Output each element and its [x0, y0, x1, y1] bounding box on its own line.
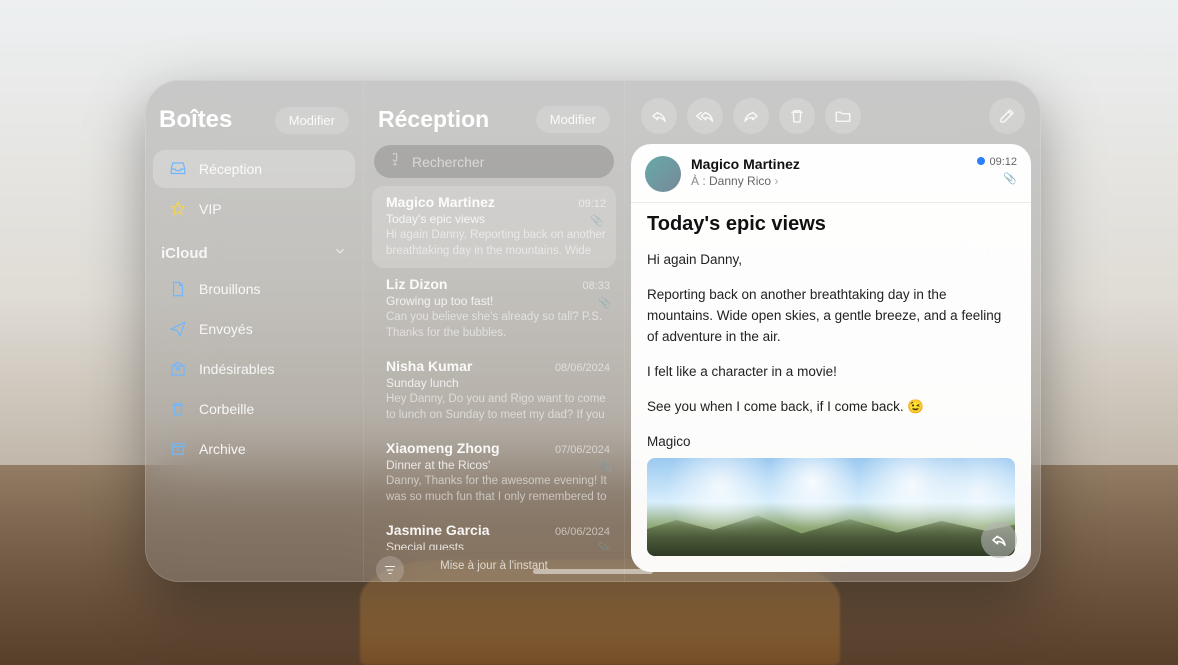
message-toolbar — [625, 80, 1041, 144]
message-from: Xiaomeng Zhong — [386, 440, 500, 456]
archive-icon — [169, 440, 187, 458]
delete-button[interactable] — [779, 98, 815, 134]
sidebar-item-label: Corbeille — [199, 401, 254, 417]
message-preview: Hey Danny, Do you and Rigo want to come … — [386, 392, 610, 422]
sidebar-title: Boîtes — [159, 106, 232, 134]
sidebar-item-archive[interactable]: Archive — [153, 430, 355, 468]
message-time: 08:33 — [582, 280, 610, 292]
sender-avatar — [645, 156, 681, 192]
reader-to-line[interactable]: À : Danny Rico › — [691, 174, 967, 188]
unread-dot-icon — [977, 157, 985, 165]
body-paragraph: See you when I come back, if I come back… — [647, 397, 1015, 418]
attachment-icon: 📎 — [598, 296, 612, 309]
message-item[interactable]: Liz Dizon 08:33 Growing up too fast! Can… — [364, 268, 624, 350]
sidebar-item-label: Indésirables — [199, 361, 275, 377]
search-field[interactable] — [374, 145, 614, 178]
message-list-column: Réception Modifier Magico Martinez 09:12… — [363, 80, 625, 582]
forward-button[interactable] — [733, 98, 769, 134]
attachment-icon: 📎 — [598, 460, 612, 473]
sidebar-section-icloud[interactable]: iCloud — [145, 230, 363, 268]
reader-header: Magico Martinez À : Danny Rico › 09:12 📎 — [631, 144, 1031, 203]
sidebar-item-sent[interactable]: Envoyés — [153, 310, 355, 348]
list-title: Réception — [378, 106, 489, 133]
message-from: Nisha Kumar — [386, 358, 472, 374]
sidebar-item-label: Brouillons — [199, 281, 260, 297]
to-name: Danny Rico — [709, 174, 771, 188]
sidebar-item-label: Archive — [199, 441, 246, 457]
compose-button[interactable] — [989, 98, 1025, 134]
message-preview: Danny, Thanks for the awesome evening! I… — [386, 474, 610, 504]
message-time: 09:12 — [578, 198, 606, 210]
search-input[interactable] — [412, 154, 600, 170]
sidebar-item-junk[interactable]: Indésirables — [153, 350, 355, 388]
message-item[interactable]: Jasmine Garcia 06/06/2024 Special guests… — [364, 514, 624, 550]
star-icon — [169, 200, 187, 218]
message-time: 08/06/2024 — [555, 362, 610, 374]
message-preview: Can you believe she's already so tall? P… — [386, 310, 610, 340]
attachment-icon: 📎 — [590, 214, 604, 227]
sidebar-item-trash[interactable]: Corbeille — [153, 390, 355, 428]
move-button[interactable] — [825, 98, 861, 134]
body-paragraph: Magico — [647, 432, 1015, 453]
message-from: Jasmine Garcia — [386, 522, 490, 538]
body-paragraph: Reporting back on another breathtaking d… — [647, 285, 1015, 348]
attachment-image[interactable] — [647, 458, 1015, 556]
mail-window: Boîtes Modifier Réception VIP iCloud — [145, 80, 1041, 582]
message-item[interactable]: Xiaomeng Zhong 07/06/2024 Dinner at the … — [364, 432, 624, 514]
document-icon — [169, 280, 187, 298]
message-subject: Sunday lunch — [386, 376, 610, 390]
reader-time: 09:12 — [989, 156, 1017, 168]
message-from: Magico Martinez — [386, 194, 495, 210]
sidebar-item-drafts[interactable]: Brouillons — [153, 270, 355, 308]
mic-icon — [388, 153, 402, 170]
inbox-icon — [169, 160, 187, 178]
sidebar-item-label: VIP — [199, 201, 222, 217]
list-status: Mise à jour à l'instant — [440, 560, 548, 572]
message-preview: Hi again Danny, Reporting back on anothe… — [386, 228, 606, 258]
message-subject: Today's epic views — [386, 212, 606, 226]
sidebar-item-label: Réception — [199, 161, 262, 177]
reply-button[interactable] — [641, 98, 677, 134]
message-item[interactable]: Magico Martinez 09:12 Today's epic views… — [372, 186, 616, 268]
trash-icon — [169, 400, 187, 418]
message-subject: Special guests — [386, 540, 610, 550]
home-indicator[interactable] — [533, 569, 653, 574]
spam-icon — [169, 360, 187, 378]
message-reader: Magico Martinez À : Danny Rico › 09:12 📎… — [631, 144, 1031, 572]
sidebar-item-vip[interactable]: VIP — [153, 190, 355, 228]
sidebar-edit-button[interactable]: Modifier — [275, 107, 349, 134]
to-label: À : — [691, 174, 706, 188]
message-time: 07/06/2024 — [555, 444, 610, 456]
attachment-icon: 📎 — [598, 542, 612, 550]
reply-all-button[interactable] — [687, 98, 723, 134]
body-paragraph: Hi again Danny, — [647, 250, 1015, 271]
list-edit-button[interactable]: Modifier — [536, 106, 610, 133]
reader-body: Hi again Danny, Reporting back on anothe… — [631, 240, 1031, 458]
attachment-icon: 📎 — [977, 172, 1017, 185]
message-subject: Dinner at the Ricos' — [386, 458, 610, 472]
message-time: 06/06/2024 — [555, 526, 610, 538]
sidebar-item-label: Envoyés — [199, 321, 253, 337]
message-from: Liz Dizon — [386, 276, 447, 292]
chevron-down-icon — [333, 244, 347, 262]
filter-button[interactable] — [376, 556, 404, 582]
paperplane-icon — [169, 320, 187, 338]
sidebar-item-inbox[interactable]: Réception — [153, 150, 355, 188]
message-list[interactable]: Magico Martinez 09:12 Today's epic views… — [364, 186, 624, 550]
body-paragraph: I felt like a character in a movie! — [647, 362, 1015, 383]
reader-subject: Today's epic views — [631, 203, 1031, 240]
message-item[interactable]: Nisha Kumar 08/06/2024 Sunday lunch Hey … — [364, 350, 624, 432]
reading-column: Magico Martinez À : Danny Rico › 09:12 📎… — [625, 80, 1041, 582]
chevron-right-icon: › — [774, 174, 778, 188]
mailboxes-sidebar: Boîtes Modifier Réception VIP iCloud — [145, 80, 363, 582]
quick-reply-button[interactable] — [981, 522, 1017, 558]
reader-from: Magico Martinez — [691, 156, 967, 172]
message-subject: Growing up too fast! — [386, 294, 610, 308]
section-label: iCloud — [161, 245, 208, 262]
